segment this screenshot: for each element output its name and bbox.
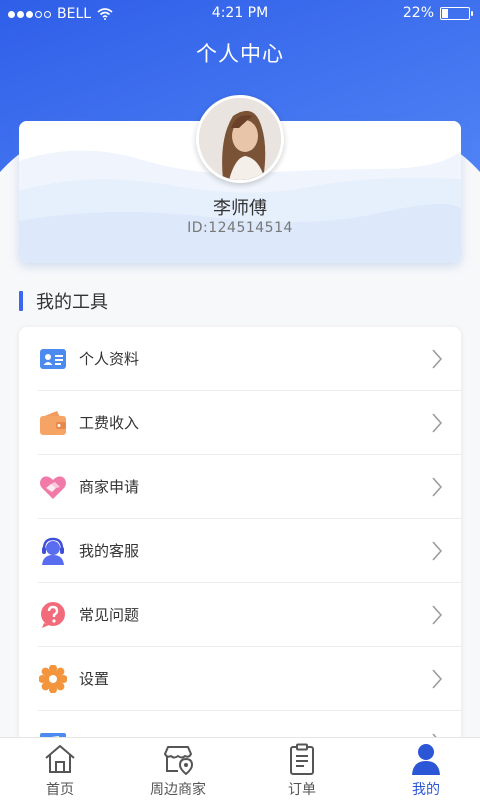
section-accent-bar <box>19 291 23 311</box>
id-card-icon <box>40 349 66 369</box>
wallet-icon <box>40 411 66 435</box>
user-id: ID:124514514 <box>187 220 293 236</box>
tab-home[interactable]: 首页 <box>0 738 120 800</box>
section-title-text: 我的工具 <box>36 292 108 313</box>
tool-item-income[interactable]: 工费收入 <box>19 391 461 455</box>
chevron-right-icon <box>432 541 443 561</box>
tab-mine[interactable]: 我的 <box>366 738 480 800</box>
avatar[interactable] <box>196 95 284 183</box>
chevron-right-icon <box>432 349 443 369</box>
customer-service-icon <box>42 537 64 565</box>
page-title: 个人中心 <box>196 42 284 66</box>
gear-icon <box>39 665 67 693</box>
chevron-right-icon <box>432 669 443 689</box>
tools-list: 个人资料 工费收入 商家申请 我的客服 常见问题 设置 <box>19 327 461 747</box>
tool-item-settings[interactable]: 设置 <box>19 647 461 711</box>
tab-label: 周边商家 <box>150 782 206 798</box>
tool-item-label: 常见问题 <box>79 606 140 624</box>
battery-icon <box>440 6 473 20</box>
question-icon <box>41 602 65 628</box>
order-icon <box>290 743 314 775</box>
tool-item-label: 我的客服 <box>79 542 140 560</box>
user-icon <box>412 744 440 775</box>
chevron-right-icon <box>432 413 443 433</box>
tool-item-label: 个人资料 <box>79 350 140 368</box>
tool-item-label: 工费收入 <box>79 414 140 432</box>
tool-item-profile[interactable]: 个人资料 <box>19 327 461 391</box>
tab-nearby[interactable]: 周边商家 <box>118 738 238 800</box>
tab-label: 我的 <box>412 782 440 798</box>
chevron-right-icon <box>432 605 443 625</box>
handshake-heart-icon <box>40 476 66 499</box>
tool-item-faq[interactable]: 常见问题 <box>19 583 461 647</box>
battery-percent: 22% <box>402 5 434 21</box>
chevron-right-icon <box>432 477 443 497</box>
nearby-shop-icon <box>164 746 194 775</box>
tool-item-label: 设置 <box>79 670 110 688</box>
tab-orders[interactable]: 订单 <box>242 738 362 800</box>
tool-item-label: 商家申请 <box>79 478 140 496</box>
status-bar: BELL 4:21 PM 22% <box>0 0 480 28</box>
tab-bar: 首页 周边商家 订单 我的 <box>0 737 480 800</box>
tab-label: 订单 <box>288 782 316 798</box>
user-name: 李师傅 <box>213 198 267 219</box>
home-icon <box>45 745 75 773</box>
section-title: 我的工具 <box>19 290 108 313</box>
tool-item-customer-service[interactable]: 我的客服 <box>19 519 461 583</box>
tab-label: 首页 <box>46 782 74 798</box>
tool-item-merchant-apply[interactable]: 商家申请 <box>19 455 461 519</box>
